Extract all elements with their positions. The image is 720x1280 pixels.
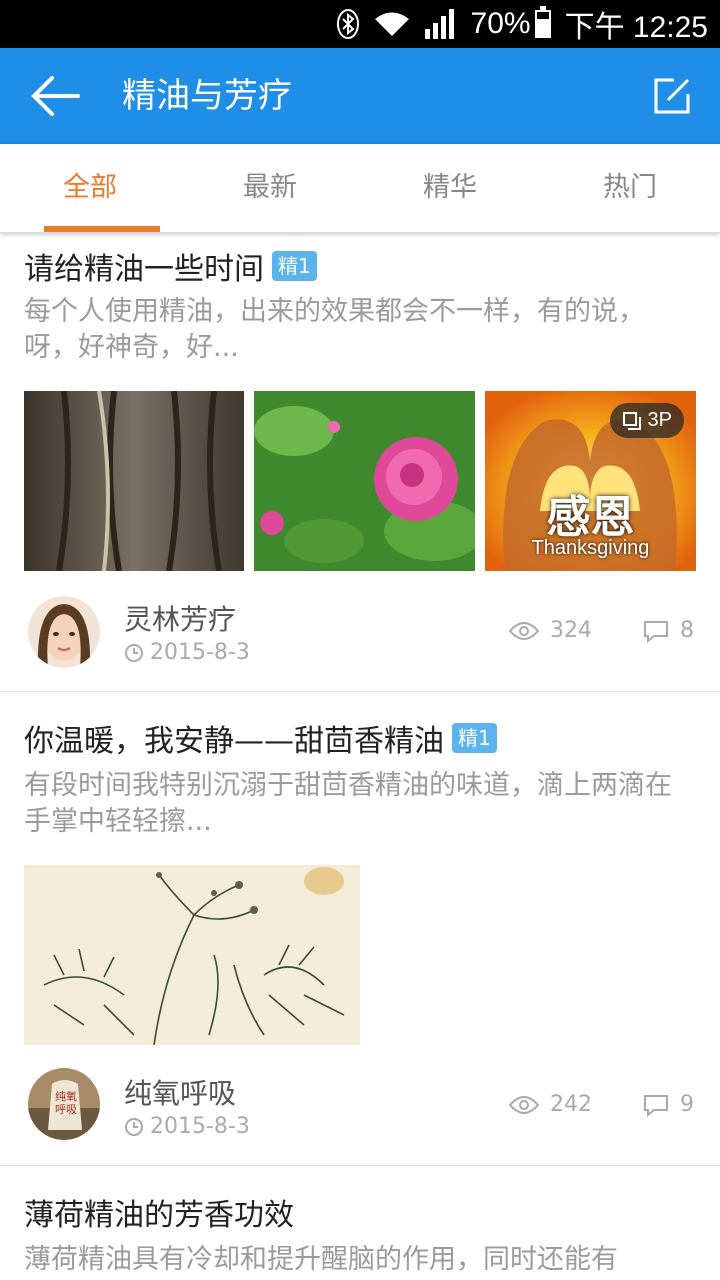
post-title: 请给精油一些时间: [24, 252, 264, 287]
signal-icon: [424, 9, 457, 39]
eye-icon: [508, 1095, 540, 1114]
wifi-icon: [373, 10, 411, 38]
avatar[interactable]: 纯氧呼吸: [28, 1068, 100, 1140]
avatar[interactable]: [28, 596, 100, 668]
gallery-icon: [622, 411, 641, 430]
tab-all[interactable]: 全部: [0, 144, 180, 232]
comment-icon: [644, 1094, 668, 1117]
post-card[interactable]: 你温暖，我安静——甜茴香精油 精1 有段时间我特别沉溺于甜茴香精油的味道，滴上两…: [0, 692, 720, 1166]
clock-icon: [125, 643, 143, 662]
post-excerpt: 薄荷精油具有冷却和提升醒脑的作用，同时还能有: [24, 1244, 618, 1275]
tab-hot[interactable]: 热门: [540, 144, 720, 232]
view-count: 324: [550, 618, 592, 643]
featured-badge: 精1: [452, 723, 497, 753]
author-name[interactable]: 灵林芳疗: [124, 598, 236, 638]
eye-icon: [508, 621, 540, 640]
tab-featured[interactable]: 精华: [360, 144, 540, 232]
status-bar: 70% 下午 12:25: [0, 0, 720, 48]
post-excerpt: 每个人使用精油，出来的效果都会不一样，有的说，呀，好神奇，好...: [24, 296, 645, 363]
app-bar: 精油与芳疗: [0, 48, 720, 144]
featured-badge: 精1: [272, 251, 317, 281]
compose-icon: [654, 78, 690, 114]
tab-bar: 全部 最新 精华 热门: [0, 144, 720, 233]
post-title: 薄荷精油的芳香功效: [24, 1198, 294, 1233]
battery-percent: 70%: [470, 7, 531, 40]
post-card[interactable]: 薄荷精油的芳香功效 薄荷精油具有冷却和提升醒脑的作用，同时还能有: [0, 1166, 720, 1280]
image-caption-en: Thanksgiving: [531, 537, 650, 559]
post-date: 2015-8-3: [150, 640, 250, 665]
image-count-badge: 3P: [609, 403, 684, 438]
comment-count: 9: [680, 1092, 694, 1117]
author-name[interactable]: 纯氧呼吸: [124, 1072, 236, 1112]
post-image-fennel[interactable]: [24, 865, 360, 1045]
arrow-left-icon: [31, 76, 80, 116]
post-image-thanksgiving[interactable]: 3P 感恩 Thanksgiving: [485, 391, 696, 571]
comment-icon: [644, 620, 668, 643]
compose-button[interactable]: [652, 76, 692, 116]
page-title: 精油与芳疗: [122, 76, 292, 116]
comment-count: 8: [680, 618, 694, 643]
post-card[interactable]: 请给精油一些时间 精1 每个人使用精油，出来的效果都会不一样，有的说，呀，好神奇…: [0, 232, 720, 692]
post-image-rose[interactable]: [254, 391, 475, 571]
post-date: 2015-8-3: [150, 1114, 250, 1139]
post-excerpt: 有段时间我特别沉溺于甜茴香精油的味道，滴上两滴在手掌中轻轻擦...: [24, 770, 672, 837]
image-caption-cn: 感恩: [546, 492, 635, 543]
battery-icon: [534, 6, 551, 38]
post-image-tree[interactable]: [24, 391, 244, 571]
post-title: 你温暖，我安静——甜茴香精油: [24, 724, 444, 759]
clock: 下午 12:25: [564, 11, 708, 44]
back-button[interactable]: [28, 72, 84, 120]
bluetooth-icon: [336, 9, 359, 39]
tab-latest[interactable]: 最新: [180, 144, 360, 232]
avatar-text: 纯氧呼吸: [55, 1090, 77, 1116]
view-count: 242: [550, 1092, 592, 1117]
clock-icon: [125, 1117, 143, 1136]
